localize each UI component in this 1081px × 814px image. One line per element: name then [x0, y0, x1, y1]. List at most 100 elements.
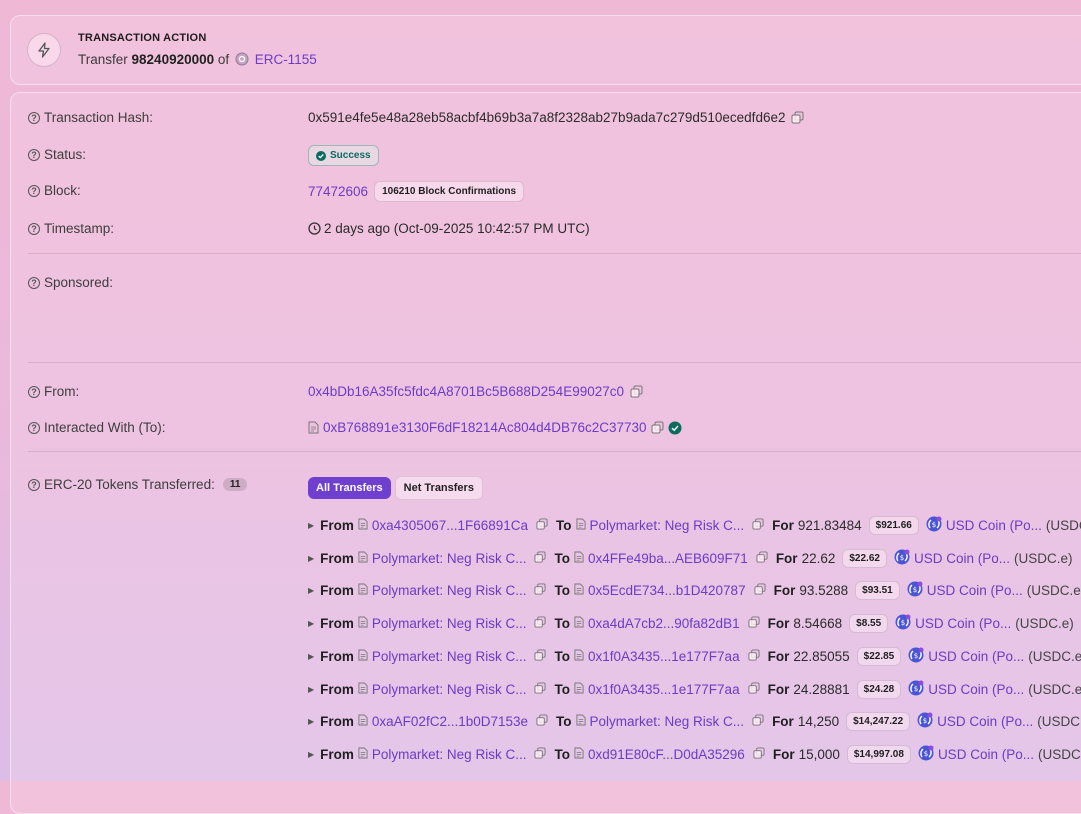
- svg-text:$: $: [932, 521, 936, 529]
- from-address-link[interactable]: 0x4bDb16A35fc5fdc4A8701Bc5B688D254E99027…: [308, 384, 624, 399]
- expand-caret-icon[interactable]: ▶: [308, 685, 314, 694]
- expand-caret-icon[interactable]: ▶: [308, 750, 314, 759]
- to-address-link[interactable]: 0xB768891e3130F6dF18214Ac804d4DB76c2C377…: [323, 420, 647, 435]
- action-token-link[interactable]: ERC-1155: [255, 52, 317, 67]
- copy-icon[interactable]: [753, 747, 765, 762]
- to-word: To: [556, 518, 572, 533]
- transfer-tabs: All Transfers Net Transfers: [308, 476, 483, 500]
- expand-caret-icon[interactable]: ▶: [308, 554, 314, 563]
- copy-icon[interactable]: [534, 551, 546, 566]
- status-row: Success: [308, 145, 379, 166]
- copy-icon[interactable]: [754, 583, 766, 598]
- for-word: For: [768, 616, 790, 631]
- token-name-link[interactable]: USD Coin (Po...: [937, 714, 1033, 729]
- transfer-to-link[interactable]: 0x1f0A3435...1e177F7aa: [588, 649, 740, 664]
- to-word: To: [554, 649, 570, 664]
- token-name-link[interactable]: USD Coin (Po...: [946, 518, 1042, 533]
- transfer-from-link[interactable]: 0xa4305067...1F66891Ca: [372, 518, 528, 533]
- token-name-link[interactable]: USD Coin (Po...: [938, 747, 1034, 762]
- transfer-to-link[interactable]: 0xa4dA7cb2...90fa82dB1: [588, 616, 740, 631]
- contract-icon: [358, 616, 368, 631]
- copy-icon[interactable]: [752, 714, 764, 729]
- transfer-to-link[interactable]: 0xd91E80cF...D0dA35296: [588, 747, 745, 762]
- copy-icon[interactable]: [534, 583, 546, 598]
- from-word: From: [320, 649, 354, 664]
- transfer-amount: 22.62: [802, 551, 836, 566]
- help-icon[interactable]: ?: [28, 185, 40, 197]
- transfer-to-link[interactable]: 0x4FFe49ba...AEB609F71: [588, 551, 748, 566]
- token-name-link[interactable]: USD Coin (Po...: [927, 583, 1023, 598]
- block-confirmations-badge: 106210 Block Confirmations: [374, 181, 524, 202]
- transfer-to-link[interactable]: Polymarket: Neg Risk C...: [590, 714, 745, 729]
- block-number-link[interactable]: 77472606: [308, 184, 368, 199]
- usdc-coin-icon: $: [908, 680, 924, 699]
- transfer-from-link[interactable]: Polymarket: Neg Risk C...: [372, 551, 527, 566]
- help-icon[interactable]: ?: [28, 149, 40, 161]
- copy-icon[interactable]: [534, 682, 546, 697]
- token-logo-icon: [235, 52, 249, 66]
- lightning-icon: [27, 33, 61, 67]
- token-name-link[interactable]: USD Coin (Po...: [914, 551, 1010, 566]
- tab-net-transfers[interactable]: Net Transfers: [395, 476, 483, 500]
- transfer-to-link[interactable]: 0x5EcdE734...b1D420787: [588, 583, 746, 598]
- copy-icon[interactable]: [651, 421, 664, 434]
- copy-icon[interactable]: [748, 649, 760, 664]
- help-icon[interactable]: ?: [28, 112, 40, 124]
- from-row: 0x4bDb16A35fc5fdc4A8701Bc5B688D254E99027…: [308, 384, 643, 399]
- transfer-row: ▶FromPolymarket: Neg Risk C...To0xa4dA7c…: [308, 614, 1081, 633]
- transfer-from-link[interactable]: Polymarket: Neg Risk C...: [372, 649, 527, 664]
- transfer-to-link[interactable]: 0x1f0A3435...1e177F7aa: [588, 682, 740, 697]
- copy-icon[interactable]: [536, 518, 548, 533]
- help-icon[interactable]: ?: [28, 422, 40, 434]
- expand-caret-icon[interactable]: ▶: [308, 717, 314, 726]
- copy-icon[interactable]: [534, 616, 546, 631]
- for-word: For: [773, 747, 795, 762]
- contract-icon: [358, 649, 368, 664]
- transaction-action-summary: Transfer 98240920000 of ERC-1155: [78, 52, 317, 67]
- contract-icon: [358, 518, 368, 533]
- transfer-to-link[interactable]: Polymarket: Neg Risk C...: [590, 518, 745, 533]
- transaction-action-heading: TRANSACTION ACTION: [78, 32, 206, 44]
- from-label: ?From:: [28, 384, 79, 399]
- expand-caret-icon[interactable]: ▶: [308, 586, 314, 595]
- copy-icon[interactable]: [791, 111, 804, 124]
- token-name-link[interactable]: USD Coin (Po...: [915, 616, 1011, 631]
- contract-icon: [574, 583, 584, 598]
- copy-icon[interactable]: [630, 385, 643, 398]
- timestamp-label: ?Timestamp:: [28, 221, 114, 236]
- help-icon[interactable]: ?: [28, 386, 40, 398]
- token-name-link[interactable]: USD Coin (Po...: [928, 649, 1024, 664]
- expand-caret-icon[interactable]: ▶: [308, 652, 314, 661]
- transfer-from-link[interactable]: Polymarket: Neg Risk C...: [372, 583, 527, 598]
- copy-icon[interactable]: [752, 518, 764, 533]
- transfer-from-link[interactable]: 0xaAF02fC2...1b0D7153e: [372, 714, 528, 729]
- copy-icon[interactable]: [756, 551, 768, 566]
- contract-icon: [574, 682, 584, 697]
- copy-icon[interactable]: [536, 714, 548, 729]
- divider: [28, 451, 1081, 452]
- expand-caret-icon[interactable]: ▶: [308, 619, 314, 628]
- to-word: To: [554, 616, 570, 631]
- copy-icon[interactable]: [748, 682, 760, 697]
- copy-icon[interactable]: [534, 747, 546, 762]
- copy-icon[interactable]: [748, 616, 760, 631]
- from-word: From: [320, 714, 354, 729]
- help-icon[interactable]: ?: [28, 223, 40, 235]
- contract-icon: [308, 421, 319, 434]
- tx-hash-label: ?Transaction Hash:: [28, 110, 153, 125]
- transfer-row: ▶From0xa4305067...1F66891CaToPolymarket:…: [308, 516, 1081, 535]
- check-circle-icon: [316, 151, 326, 161]
- transfer-from-link[interactable]: Polymarket: Neg Risk C...: [372, 747, 527, 762]
- usd-value-badge: $921.66: [869, 516, 919, 535]
- usd-value-badge: $22.85: [857, 647, 902, 666]
- to-row: 0xB768891e3130F6dF18214Ac804d4DB76c2C377…: [308, 420, 682, 435]
- help-icon[interactable]: ?: [28, 479, 40, 491]
- expand-caret-icon[interactable]: ▶: [308, 521, 314, 530]
- help-icon[interactable]: ?: [28, 277, 40, 289]
- tab-all-transfers[interactable]: All Transfers: [308, 477, 391, 499]
- transfer-from-link[interactable]: Polymarket: Neg Risk C...: [372, 616, 527, 631]
- transfer-row: ▶From0xaAF02fC2...1b0D7153eToPolymarket:…: [308, 712, 1081, 731]
- token-name-link[interactable]: USD Coin (Po...: [928, 682, 1024, 697]
- transfer-from-link[interactable]: Polymarket: Neg Risk C...: [372, 682, 527, 697]
- copy-icon[interactable]: [534, 649, 546, 664]
